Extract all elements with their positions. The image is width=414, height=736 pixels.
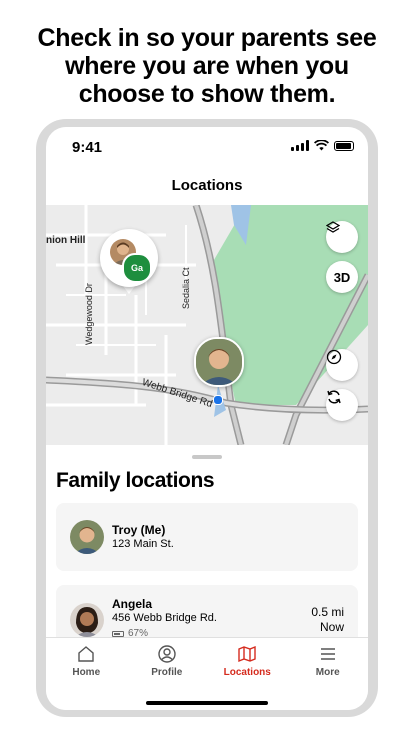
tab-more[interactable]: More xyxy=(288,638,369,688)
home-indicator xyxy=(146,701,268,705)
battery-icon xyxy=(112,630,124,637)
tab-label: Profile xyxy=(151,667,183,678)
tab-label: More xyxy=(315,667,340,678)
map-label-street: Wedgewood Dr xyxy=(84,283,94,345)
status-bar: 9:41 xyxy=(46,127,368,167)
layers-icon xyxy=(326,221,340,233)
member-address: 123 Main St. xyxy=(112,538,174,550)
home-icon xyxy=(78,646,94,662)
layers-button[interactable] xyxy=(326,221,358,253)
status-icons xyxy=(291,140,354,151)
status-time: 9:41 xyxy=(72,139,103,156)
map-label-street: Sedalia Ct xyxy=(181,267,191,309)
member-distance-info: 0.5 mi Now xyxy=(311,605,344,635)
compass-button[interactable] xyxy=(326,349,358,381)
headline-line-3: choose to show them. xyxy=(78,80,336,108)
sheet-grabber[interactable] xyxy=(192,455,222,459)
phone-screen: 9:41 Locations nion Hill Wedgewood Dr Se… xyxy=(46,127,368,710)
map-icon xyxy=(238,645,256,663)
sheet-title: Family locations xyxy=(56,469,215,492)
member-name: Troy (Me) xyxy=(112,523,166,537)
group-location-pin[interactable]: Ga xyxy=(100,229,158,287)
member-distance: 0.5 mi xyxy=(311,605,344,619)
map-view[interactable]: nion Hill Wedgewood Dr Sedalia Ct Webb B… xyxy=(46,205,368,445)
tab-label: Home xyxy=(72,667,101,678)
member-card-troy[interactable]: Troy (Me) 123 Main St. xyxy=(56,503,358,571)
member-address: 456 Webb Bridge Rd. xyxy=(112,612,217,624)
tab-locations[interactable]: Locations xyxy=(207,638,288,688)
wifi-icon xyxy=(314,140,329,151)
member-name: Angela xyxy=(112,597,153,611)
page-title: Locations xyxy=(171,177,243,194)
battery-icon xyxy=(334,140,354,151)
group-initials-badge: Ga xyxy=(122,253,152,283)
compass-icon xyxy=(326,349,342,365)
map-label-area: nion Hill xyxy=(46,235,86,246)
profile-icon xyxy=(158,645,176,663)
refresh-button[interactable] xyxy=(326,389,358,421)
angela-avatar xyxy=(70,603,104,637)
tab-profile[interactable]: Profile xyxy=(127,638,208,688)
troy-location-avatar[interactable] xyxy=(194,337,244,387)
headline: Check in so your parents see where you a… xyxy=(0,24,414,108)
troy-avatar xyxy=(70,520,104,554)
current-location-dot xyxy=(213,395,223,405)
member-last-seen: Now xyxy=(319,620,344,634)
tab-home[interactable]: Home xyxy=(46,638,127,688)
signal-icon xyxy=(291,140,309,151)
3d-toggle-button[interactable]: 3D xyxy=(326,261,358,293)
phone-frame: 9:41 Locations nion Hill Wedgewood Dr Se… xyxy=(36,119,378,717)
tab-bar: Home Profile Locations More xyxy=(46,637,368,688)
headline-line-1: Check in so your parents see xyxy=(37,24,377,52)
menu-icon xyxy=(320,648,335,660)
tab-label: Locations xyxy=(223,667,271,678)
headline-line-2: where you are when you xyxy=(65,52,349,80)
refresh-icon xyxy=(327,390,341,404)
